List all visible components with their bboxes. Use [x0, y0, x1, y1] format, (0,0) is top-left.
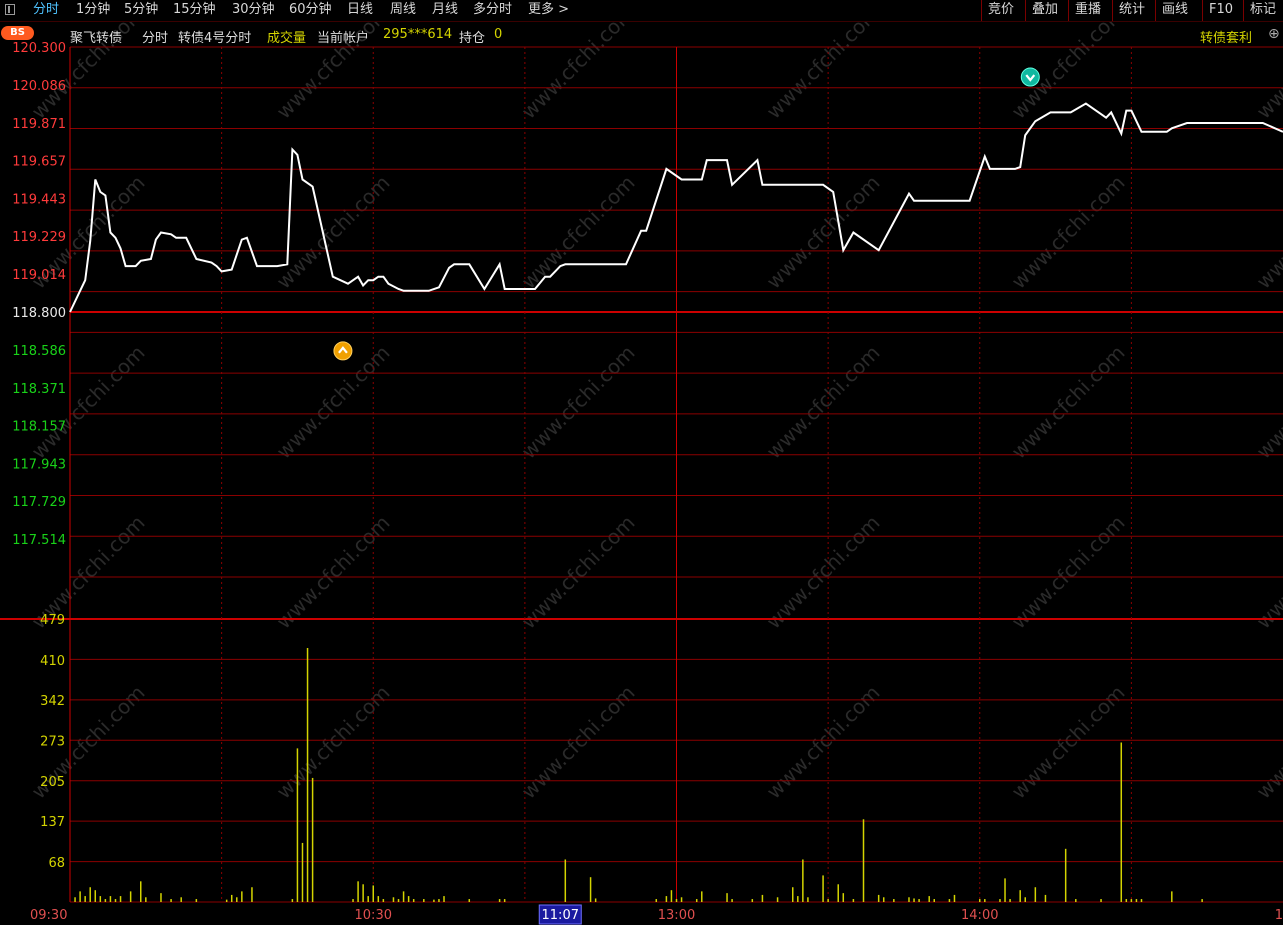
tab-5[interactable]: 60分钟 [289, 0, 332, 21]
tab-1[interactable]: 1分钟 [76, 0, 110, 21]
price-tick-up: 119.229 [12, 230, 66, 245]
layout-name[interactable]: 转债4号分时 [178, 27, 251, 46]
watermark-text: www.cfchi.com [1252, 511, 1283, 634]
price-tick-down: 117.729 [12, 495, 66, 510]
watermark-text: www.cfchi.com [1252, 171, 1283, 294]
sell-marker-icon [1020, 67, 1040, 87]
price-tick-up: 119.014 [12, 268, 66, 283]
tab-7[interactable]: 周线 [390, 0, 416, 21]
time-axis-labels: 09:30 10:30 11:07 13:00 14:00 1 [30, 904, 1283, 925]
time-tick: 14:00 [961, 908, 998, 923]
arbitrage-link[interactable]: 转债套利 [1200, 27, 1252, 46]
crosshair-time-label: 11:07 [542, 908, 579, 923]
watermark-text: www.cfchi.com [1252, 341, 1283, 464]
watermark-text: www.cfchi.com [762, 681, 885, 804]
volume-tick: 68 [48, 856, 65, 871]
bs-badge[interactable]: BS [1, 26, 34, 40]
watermark-text: www.cfchi.com [272, 681, 395, 804]
volume-tick: 205 [40, 775, 65, 790]
volume-label: 成交量 [267, 31, 307, 46]
price-tick-up: 119.443 [12, 192, 66, 207]
intraday-chart[interactable]: www.cfchi.com www.cfchi.com www.cfchi.com w… [0, 0, 1283, 925]
watermark-text: www.cfchi.com [762, 171, 885, 294]
info-bar: 聚飞转债 分时 转债4号分时 成交量 当前帐户 295***614 持仓 0 转… [0, 22, 1283, 46]
toolbar-button-3[interactable]: 统计 [1112, 0, 1145, 21]
panel-toggle-icon[interactable] [5, 4, 15, 15]
volume-tick: 273 [40, 735, 65, 750]
position-value: 0 [494, 27, 503, 42]
tab-6[interactable]: 日线 [347, 0, 373, 21]
watermark-text: www.cfchi.com [1007, 681, 1130, 804]
time-tick: 1 [1275, 908, 1283, 923]
volume-tick: 342 [40, 694, 65, 709]
watermark-text: www.cfchi.com [272, 341, 395, 464]
time-tick: 10:30 [355, 908, 392, 923]
price-axis-labels: 120.300120.086119.871119.657119.443119.2… [12, 41, 66, 548]
toolbar-button-5[interactable]: F10 [1202, 0, 1233, 21]
watermark-text: www.cfchi.com [1252, 681, 1283, 804]
tab-0[interactable]: 分时 [33, 0, 59, 21]
tab-4[interactable]: 30分钟 [232, 0, 275, 21]
position-label: 持仓 [459, 31, 486, 46]
chart-grid [0, 46, 1283, 903]
watermark-text: www.cfchi.com [517, 171, 640, 294]
watermark-text: www.cfchi.com [762, 511, 885, 634]
buy-marker-icon [333, 341, 353, 361]
account-label: 当前帐户 [317, 31, 370, 46]
watermark-text: www.cfchi.com [27, 341, 150, 464]
price-tick-mid: 118.800 [12, 306, 66, 321]
toolbar-button-0[interactable]: 竞价 [981, 0, 1014, 21]
tab-9[interactable]: 多分时 [473, 0, 512, 21]
price-tick-down: 118.586 [12, 344, 66, 359]
time-tick: 09:30 [30, 908, 67, 923]
volume-tick: 410 [40, 654, 65, 669]
price-tick-up: 119.871 [12, 117, 66, 132]
watermark-layer: www.cfchi.com www.cfchi.com www.cfchi.com w… [27, 1, 1283, 804]
toolbar-button-6[interactable]: 标记 [1243, 0, 1276, 21]
account-id: 295***614 [383, 27, 453, 42]
toolbar-button-4[interactable]: 画线 [1155, 0, 1188, 21]
price-tick-down: 118.157 [12, 420, 66, 435]
tab-2[interactable]: 5分钟 [124, 0, 158, 21]
expand-icon[interactable]: ⊕ [1268, 26, 1280, 42]
watermark-text: www.cfchi.com [272, 511, 395, 634]
time-tick: 13:00 [658, 908, 695, 923]
toolbar-button-1[interactable]: 叠加 [1025, 0, 1058, 21]
trade-markers[interactable] [333, 67, 1040, 361]
price-tick-down: 117.514 [12, 533, 66, 548]
volume-tick: 479 [40, 613, 65, 628]
volume-axis-labels: 479 410 342 273 205 137 68 [40, 613, 65, 871]
watermark-text: www.cfchi.com [517, 341, 640, 464]
watermark-text: www.cfchi.com [517, 681, 640, 804]
watermark-text: www.cfchi.com [1007, 171, 1130, 294]
price-tick-up: 120.086 [12, 79, 66, 94]
price-tick-down: 118.371 [12, 382, 66, 397]
tab-10[interactable]: 更多 > [528, 0, 569, 21]
watermark-text: www.cfchi.com [517, 511, 640, 634]
watermark-text: www.cfchi.com [1007, 511, 1130, 634]
price-tick-down: 117.943 [12, 457, 66, 472]
watermark-text: www.cfchi.com [762, 341, 885, 464]
chart-mode-label: 分时 [142, 31, 169, 46]
bs-badge-label: BS [10, 27, 25, 38]
period-toolbar: 分时 1分钟 5分钟 15分钟 30分钟 60分钟 日线 周线 月线 多分时 更多 > 竞价 叠加 重播… [0, 0, 1283, 22]
volume-tick: 137 [40, 815, 65, 830]
toolbar-button-2[interactable]: 重播 [1068, 0, 1101, 21]
tab-8[interactable]: 月线 [432, 0, 458, 21]
stock-name[interactable]: 聚飞转债 [70, 27, 122, 46]
price-tick-up: 119.657 [12, 155, 66, 170]
watermark-text: www.cfchi.com [1007, 341, 1130, 464]
tab-3[interactable]: 15分钟 [173, 0, 216, 21]
